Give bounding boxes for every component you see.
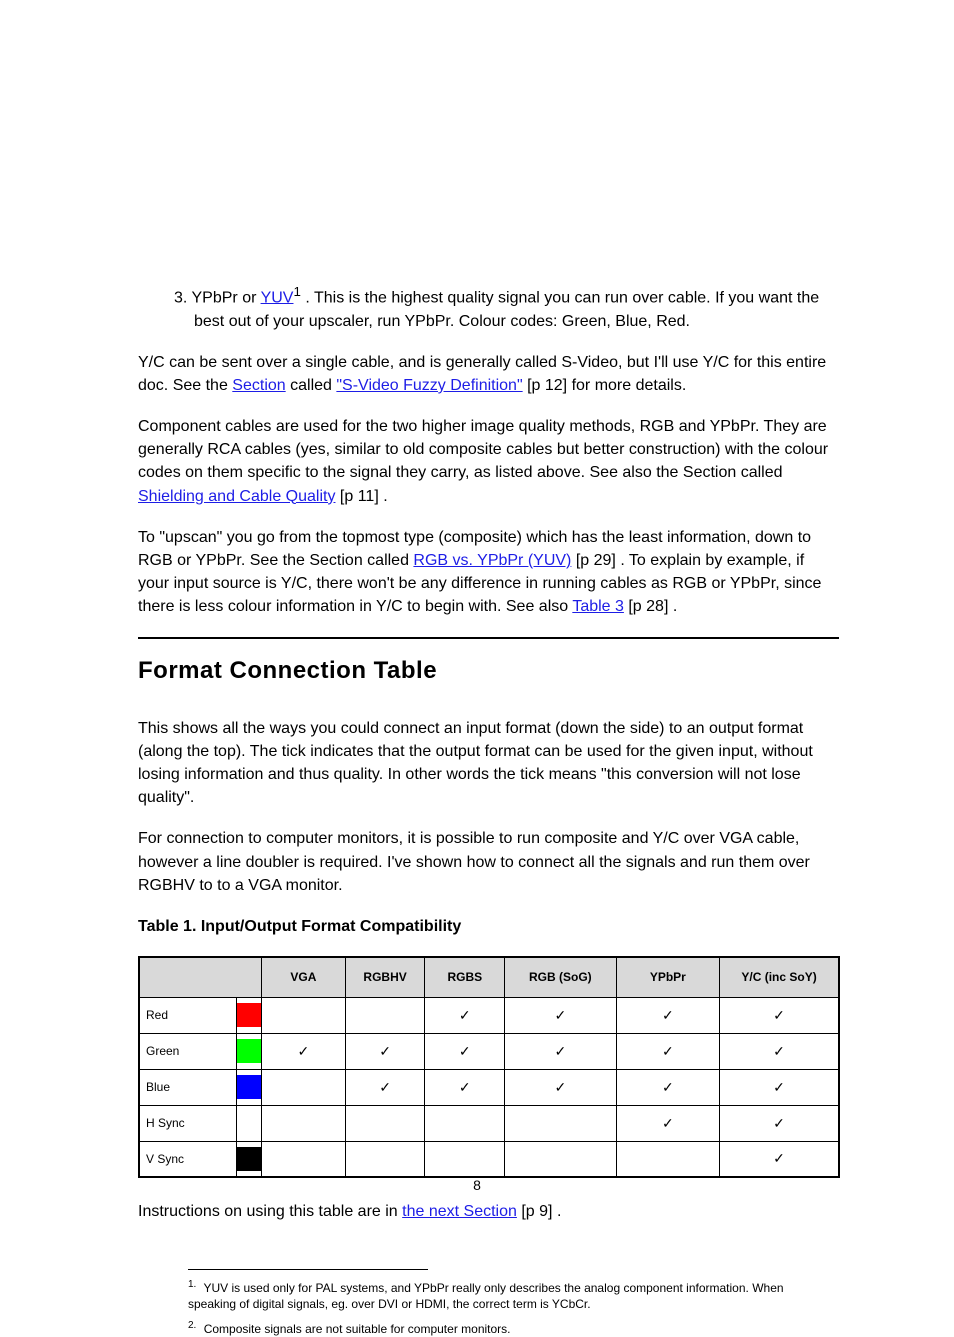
cell bbox=[262, 1105, 346, 1141]
para-yc-text2: called bbox=[290, 377, 336, 394]
cell: ✓ bbox=[505, 997, 616, 1033]
table-footer-text: Instructions on using this table are in bbox=[138, 1203, 402, 1220]
page-number: 8 bbox=[0, 1177, 954, 1193]
row-label-red: Red bbox=[139, 997, 237, 1033]
para-upscan-text3: . bbox=[673, 598, 677, 615]
swatch-red bbox=[237, 1003, 261, 1027]
table-caption: Table 1. Input/Output Format Compatibili… bbox=[138, 915, 839, 938]
footnote-ref-1: 1 bbox=[293, 284, 300, 299]
cell: ✓ bbox=[616, 1069, 720, 1105]
table-footer: Instructions on using this table are in … bbox=[138, 1200, 839, 1223]
footnote-text-1: YUV is used only for PAL systems, and YP… bbox=[188, 1281, 784, 1311]
bullet-ypbpr: 3. YPbPr or YUV1 . This is the highest q… bbox=[194, 282, 839, 333]
cell bbox=[505, 1105, 616, 1141]
footnote-num-2: 2. bbox=[188, 1320, 196, 1331]
th-rgb-sog: RGB (SoG) bbox=[505, 957, 616, 997]
cell bbox=[262, 1141, 346, 1177]
cell: ✓ bbox=[720, 997, 839, 1033]
table-header-row: VGA RGBHV RGBS RGB (SoG) YPbPr Y/C (inc … bbox=[139, 957, 839, 997]
cell: ✓ bbox=[616, 1105, 720, 1141]
swatch-green bbox=[237, 1039, 261, 1063]
table-footer-after: . bbox=[557, 1203, 561, 1220]
cell bbox=[345, 1141, 425, 1177]
cell bbox=[425, 1105, 505, 1141]
section-title: Format Connection Table bbox=[138, 657, 839, 685]
cell: ✓ bbox=[616, 1033, 720, 1069]
table-row: Red ✓ ✓ ✓ ✓ bbox=[139, 997, 839, 1033]
th-vga: VGA bbox=[262, 957, 346, 997]
cell: ✓ bbox=[425, 1033, 505, 1069]
page-ref-1: [p 12] bbox=[523, 377, 567, 394]
link-svideo-quoted[interactable]: "S-Video Fuzzy Definition" bbox=[336, 377, 522, 394]
para-upscan: To "upscan" you go from the topmost type… bbox=[138, 526, 839, 619]
swatch-cell bbox=[237, 1105, 262, 1141]
swatch-blue bbox=[237, 1075, 261, 1099]
cell: ✓ bbox=[720, 1141, 839, 1177]
cell: ✓ bbox=[616, 997, 720, 1033]
link-rgb-prefix: the Section called bbox=[283, 552, 414, 569]
page-ref-3: [p 29] bbox=[571, 552, 615, 569]
row-label-blue: Blue bbox=[139, 1069, 237, 1105]
cell: ✓ bbox=[505, 1033, 616, 1069]
cell bbox=[505, 1141, 616, 1177]
row-label-hsync: H Sync bbox=[139, 1105, 237, 1141]
cell: ✓ bbox=[425, 997, 505, 1033]
link-shielding-prefix: the Section called bbox=[656, 464, 782, 481]
format-connection-table: VGA RGBHV RGBS RGB (SoG) YPbPr Y/C (inc … bbox=[138, 956, 840, 1178]
bullet-lead: 3. YPbPr or bbox=[174, 289, 256, 306]
row-label-green: Green bbox=[139, 1033, 237, 1069]
cell: ✓ bbox=[720, 1069, 839, 1105]
link-rgb-vs-ypbpr[interactable]: RGB vs. YPbPr (YUV) bbox=[413, 552, 571, 569]
cell: ✓ bbox=[345, 1069, 425, 1105]
cell bbox=[345, 997, 425, 1033]
para-component: Component cables are used for the two hi… bbox=[138, 415, 839, 508]
page-ref-2: [p 11] bbox=[335, 488, 378, 505]
th-yc: Y/C (inc SoY) bbox=[720, 957, 839, 997]
table-intro-2: For connection to computer monitors, it … bbox=[138, 827, 839, 897]
footnote-text-2: Composite signals are not suitable for c… bbox=[204, 1322, 511, 1336]
cell bbox=[345, 1105, 425, 1141]
cell bbox=[616, 1141, 720, 1177]
cell: ✓ bbox=[425, 1069, 505, 1105]
cell bbox=[262, 1069, 346, 1105]
para-yc: Y/C can be sent over a single cable, and… bbox=[138, 351, 839, 397]
cell: ✓ bbox=[720, 1105, 839, 1141]
swatch-black bbox=[237, 1147, 261, 1171]
row-label-vsync: V Sync bbox=[139, 1141, 237, 1177]
link-shielding[interactable]: Shielding and Cable Quality bbox=[138, 488, 335, 505]
link-table3[interactable]: Table 3 bbox=[572, 598, 624, 615]
table-intro-1: This shows all the ways you could connec… bbox=[138, 717, 839, 810]
swatch-cell bbox=[237, 1033, 262, 1069]
swatch-cell bbox=[237, 1141, 262, 1177]
swatch-cell bbox=[237, 1069, 262, 1105]
link-svideo-section[interactable]: Section bbox=[232, 377, 285, 394]
cell: ✓ bbox=[345, 1033, 425, 1069]
table-row: H Sync ✓ ✓ bbox=[139, 1105, 839, 1141]
swatch-empty bbox=[237, 1111, 261, 1135]
table-row: V Sync ✓ bbox=[139, 1141, 839, 1177]
link-next-section[interactable]: the next Section bbox=[402, 1203, 517, 1220]
table-row: Blue ✓ ✓ ✓ ✓ ✓ bbox=[139, 1069, 839, 1105]
para-yc-text3: for more details. bbox=[572, 377, 687, 394]
cell: ✓ bbox=[720, 1033, 839, 1069]
footnote-rule bbox=[188, 1269, 428, 1270]
swatch-cell bbox=[237, 997, 262, 1033]
cell: ✓ bbox=[505, 1069, 616, 1105]
th-ypbpr: YPbPr bbox=[616, 957, 720, 997]
cell bbox=[262, 997, 346, 1033]
cell: ✓ bbox=[262, 1033, 346, 1069]
footnote-2: 2. Composite signals are not suitable fo… bbox=[188, 1319, 828, 1337]
link-yuv[interactable]: YUV bbox=[261, 289, 294, 306]
para-component-text2: . bbox=[383, 488, 387, 505]
table-row: Green ✓ ✓ ✓ ✓ ✓ ✓ bbox=[139, 1033, 839, 1069]
th-rgbhv: RGBHV bbox=[345, 957, 425, 997]
footnote-1: 1. YUV is used only for PAL systems, and… bbox=[188, 1278, 828, 1312]
page-ref-4: [p 28] bbox=[624, 598, 668, 615]
section-divider bbox=[138, 637, 839, 639]
footnote-num-1: 1. bbox=[188, 1279, 196, 1290]
page-ref-5: [p 9] bbox=[517, 1203, 553, 1220]
th-blank bbox=[139, 957, 262, 997]
cell bbox=[425, 1141, 505, 1177]
th-rgbs: RGBS bbox=[425, 957, 505, 997]
